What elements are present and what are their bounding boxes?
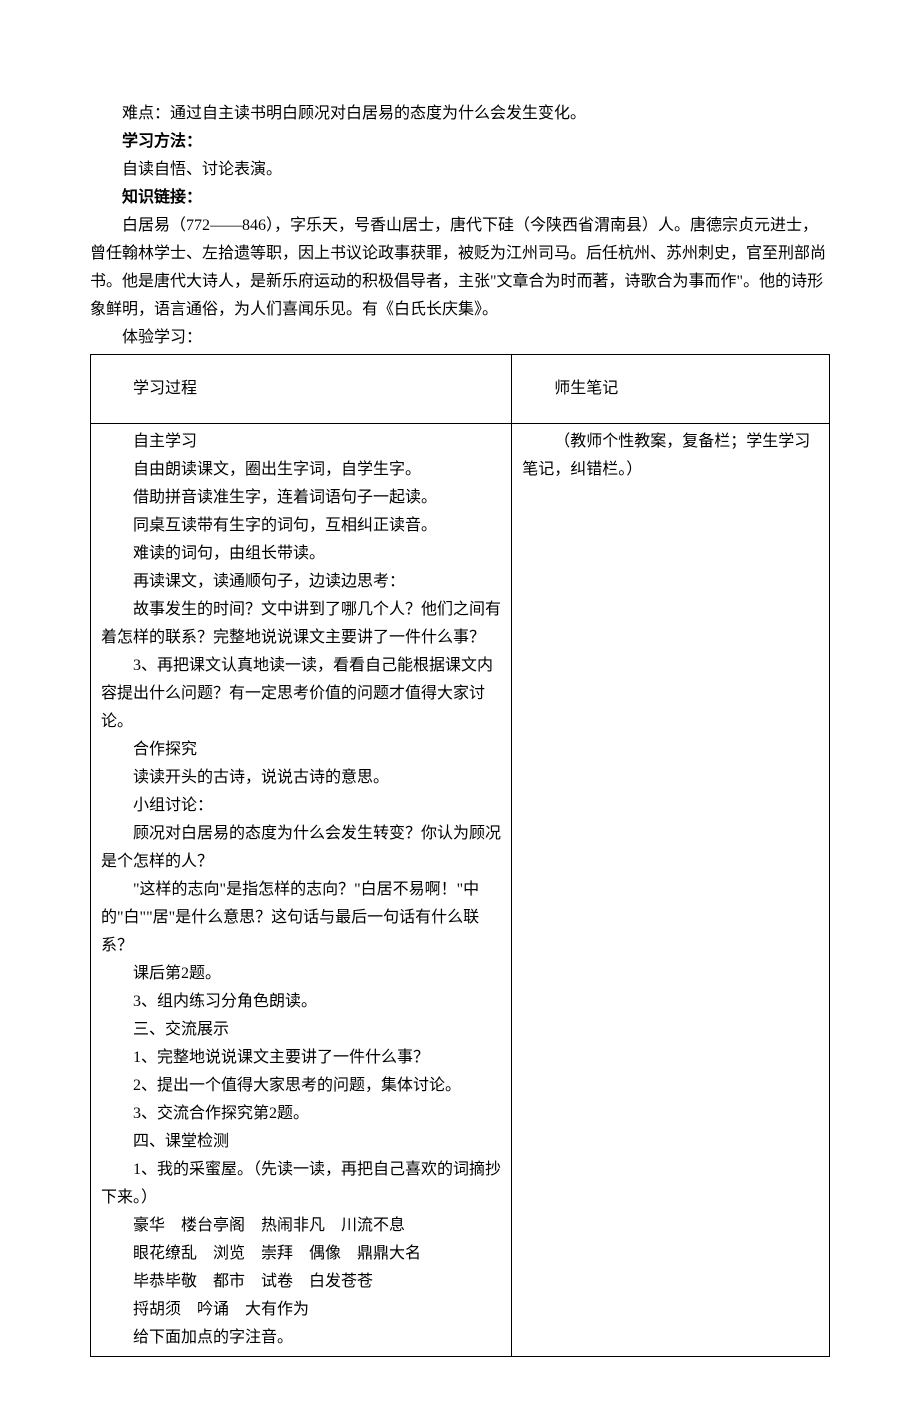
header-cell-right: 师生笔记	[512, 355, 830, 424]
knowledge-link-text: 白居易（772——846），字乐天，号香山居士，唐代下硅（今陕西省渭南县）人。唐…	[90, 212, 830, 324]
left-line: 自主学习	[101, 428, 501, 456]
left-line: 豪华 楼台亭阁 热闹非凡 川流不息	[101, 1212, 501, 1240]
left-line: 2、提出一个值得大家思考的问题，集体讨论。	[101, 1072, 501, 1100]
left-line: 借助拼音读准生字，连着词语句子一起读。	[101, 484, 501, 512]
left-line: 合作探究	[101, 736, 501, 764]
header-cell-left: 学习过程	[91, 355, 512, 424]
left-line: 给下面加点的字注音。	[101, 1324, 501, 1352]
body-cell-right: （教师个性教案，复备栏；学生学习笔记，纠错栏。）	[512, 424, 830, 1357]
left-line: 难读的词句，由组长带读。	[101, 540, 501, 568]
left-line: 同桌互读带有生字的词句，互相纠正读音。	[101, 512, 501, 540]
difficulty-line: 难点：通过自主读书明白顾况对白居易的态度为什么会发生变化。	[90, 100, 830, 128]
left-line: 毕恭毕敬 都市 试卷 白发苍苍	[101, 1268, 501, 1296]
method-text: 自读自悟、讨论表演。	[90, 156, 830, 184]
knowledge-link-label: 知识链接：	[90, 184, 830, 212]
study-table: 学习过程 师生笔记 自主学习 自由朗读课文，圈出生字词，自学生字。 借助拼音读准…	[90, 354, 830, 1357]
left-line: 顾况对白居易的态度为什么会发生转变？你认为顾况是个怎样的人？	[101, 820, 501, 876]
left-line: 捋胡须 吟诵 大有作为	[101, 1296, 501, 1324]
left-line: 课后第2题。	[101, 960, 501, 988]
left-line: 1、完整地说说课文主要讲了一件什么事？	[101, 1044, 501, 1072]
table-header-row: 学习过程 师生笔记	[91, 355, 830, 424]
left-line: 读读开头的古诗，说说古诗的意思。	[101, 764, 501, 792]
left-line: 3、交流合作探究第2题。	[101, 1100, 501, 1128]
difficulty-text: 通过自主读书明白顾况对白居易的态度为什么会发生变化。	[170, 105, 586, 122]
left-line: "这样的志向"是指怎样的志向？"白居不易啊！"中的"白""居"是什么意思？这句话…	[101, 876, 501, 960]
right-note-text: （教师个性教案，复备栏；学生学习笔记，纠错栏。）	[522, 428, 819, 484]
left-line: 再读课文，读通顺句子，边读边思考：	[101, 568, 501, 596]
method-label: 学习方法：	[90, 128, 830, 156]
difficulty-label: 难点：	[122, 105, 170, 122]
header-left-text: 学习过程	[101, 375, 501, 403]
left-line: 1、我的采蜜屋。（先读一读，再把自己喜欢的词摘抄下来。）	[101, 1156, 501, 1212]
left-line: 自由朗读课文，圈出生字词，自学生字。	[101, 456, 501, 484]
left-line: 眼花缭乱 浏览 崇拜 偶像 鼎鼎大名	[101, 1240, 501, 1268]
left-line: 三、交流展示	[101, 1016, 501, 1044]
left-line: 3、再把课文认真地读一读，看看自己能根据课文内容提出什么问题？有一定思考价值的问…	[101, 652, 501, 736]
table-body-row: 自主学习 自由朗读课文，圈出生字词，自学生字。 借助拼音读准生字，连着词语句子一…	[91, 424, 830, 1357]
left-line: 小组讨论：	[101, 792, 501, 820]
left-line: 四、课堂检测	[101, 1128, 501, 1156]
left-line: 故事发生的时间？文中讲到了哪几个人？他们之间有着怎样的联系？完整地说说课文主要讲…	[101, 596, 501, 652]
document-page: 难点：通过自主读书明白顾况对白居易的态度为什么会发生变化。 学习方法： 自读自悟…	[0, 0, 920, 1417]
left-line: 3、组内练习分角色朗读。	[101, 988, 501, 1016]
body-cell-left: 自主学习 自由朗读课文，圈出生字词，自学生字。 借助拼音读准生字，连着词语句子一…	[91, 424, 512, 1357]
experience-learning-label: 体验学习：	[90, 324, 830, 352]
header-right-text: 师生笔记	[522, 375, 819, 403]
